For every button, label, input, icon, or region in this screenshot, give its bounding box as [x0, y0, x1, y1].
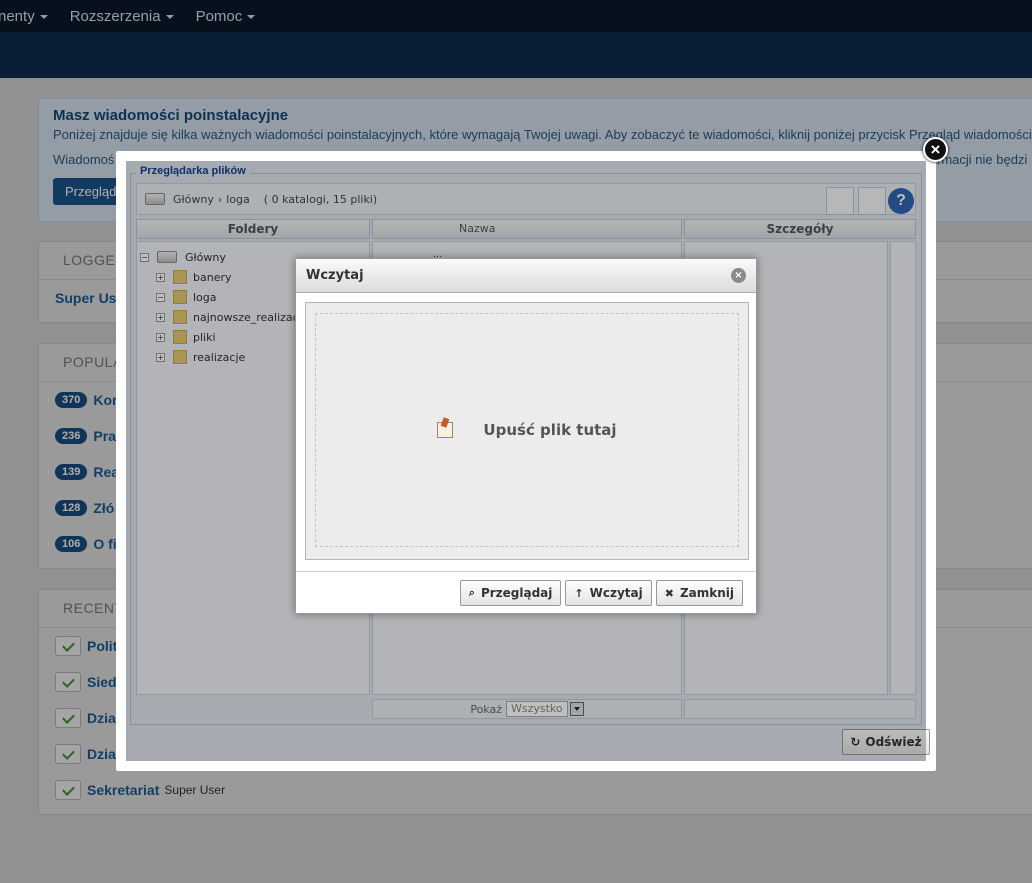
close-icon[interactable]: ×	[731, 268, 746, 283]
dialog-body: Upuść plik tutaj	[305, 302, 749, 560]
dialog-footer: ⌕ Przeglądaj ↑ Wczytaj ✖ Zamknij	[296, 571, 756, 614]
drop-text: Upuść plik tutaj	[483, 421, 617, 439]
dialog-titlebar: Wczytaj ×	[296, 259, 756, 293]
browse-button[interactable]: ⌕ Przeglądaj	[459, 580, 562, 606]
upload-file-icon	[437, 422, 454, 438]
search-icon: ⌕	[468, 586, 475, 599]
arrow-up-icon: ↑	[574, 586, 584, 600]
drop-zone[interactable]: Upuść plik tutaj	[315, 313, 739, 547]
upload-button[interactable]: ↑ Wczytaj	[565, 580, 652, 606]
x-icon: ✖	[664, 586, 674, 600]
dialog-title: Wczytaj	[306, 268, 364, 283]
close-button[interactable]: ✖ Zamknij	[655, 580, 743, 606]
upload-dialog: Wczytaj × Upuść plik tutaj ⌕ Przeglądaj ↑…	[295, 258, 757, 614]
close-lightbox-icon[interactable]: ×	[923, 137, 948, 162]
